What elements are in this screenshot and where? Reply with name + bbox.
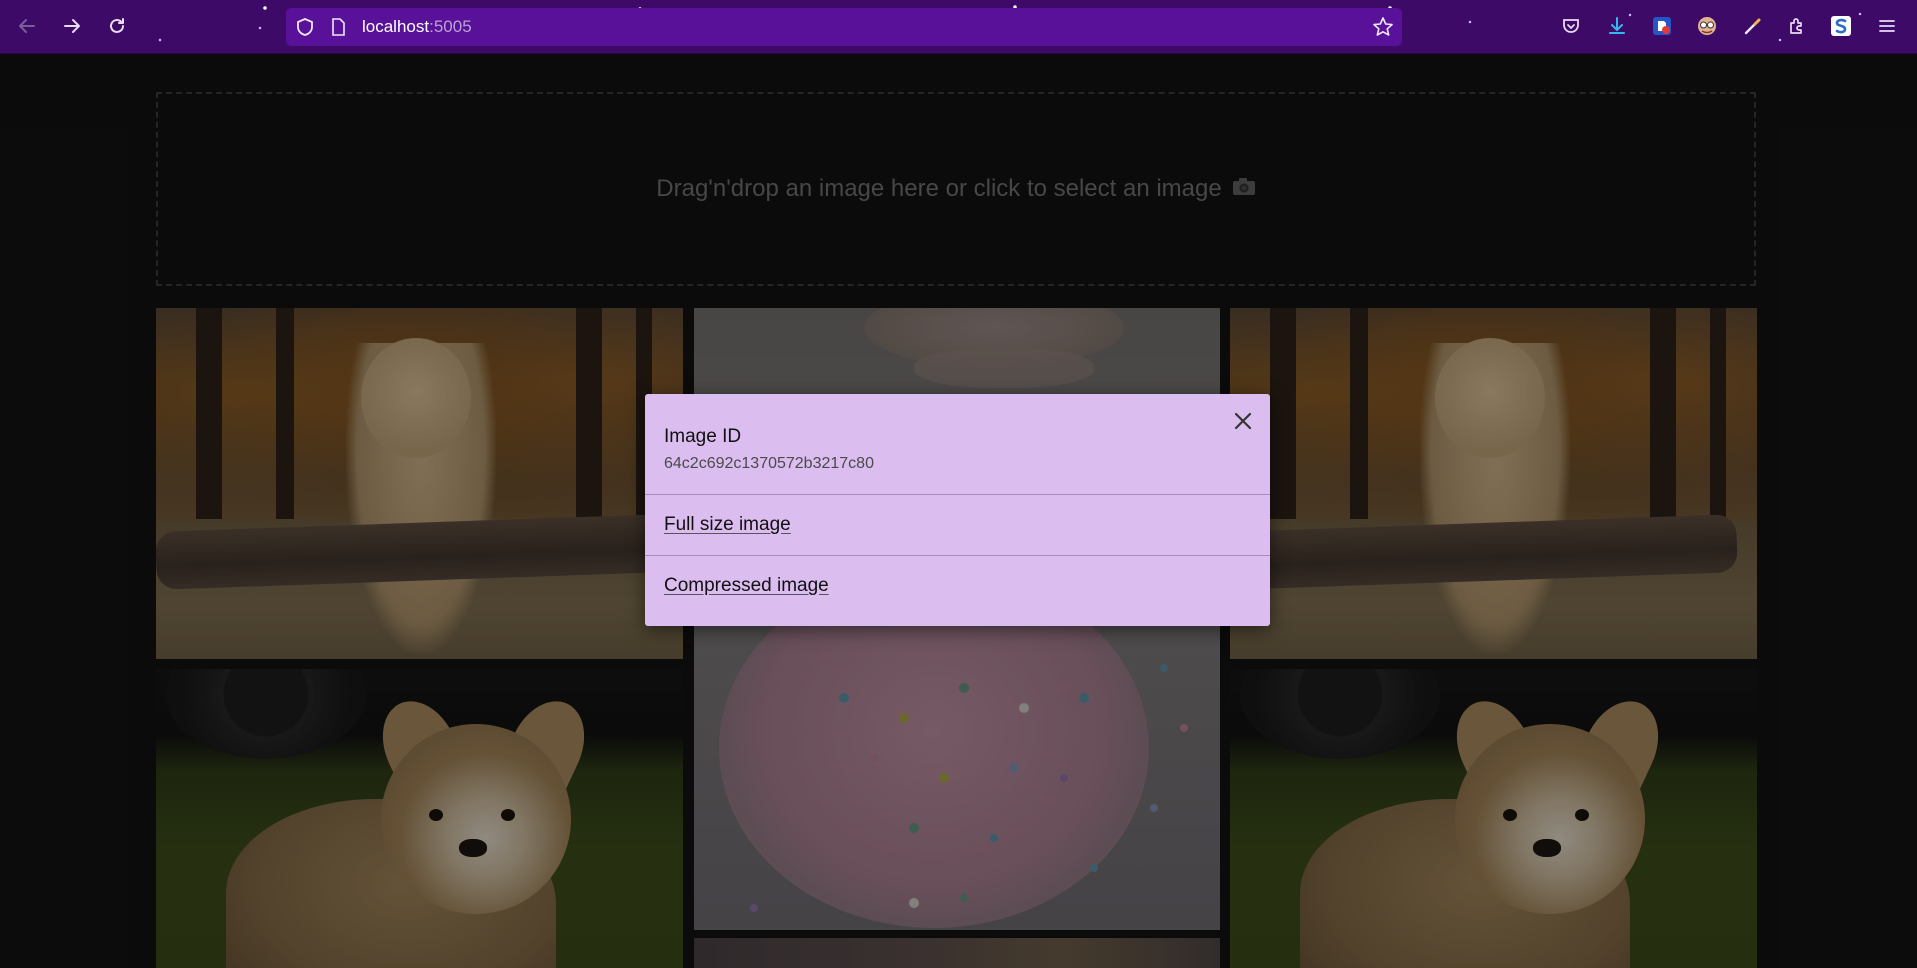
dropper-icon[interactable] [1740, 13, 1766, 39]
url-bar[interactable]: localhost:5005 [286, 8, 1402, 46]
image-details-modal: Image ID 64c2c692c1370572b3217c80 Full s… [645, 394, 1270, 626]
url-host: localhost [362, 17, 430, 36]
menu-icon[interactable] [1874, 13, 1900, 39]
download-icon[interactable] [1604, 13, 1630, 39]
s-extension-icon[interactable] [1828, 13, 1854, 39]
browser-toolbar: localhost:5005 [0, 0, 1917, 54]
shield-icon[interactable] [296, 17, 314, 42]
pocket-icon[interactable] [1558, 13, 1584, 39]
extension-icon[interactable] [1649, 13, 1675, 39]
puzzle-icon[interactable] [1784, 13, 1810, 39]
full-size-image-link[interactable]: Full size image [664, 514, 791, 536]
page-icon[interactable] [330, 18, 346, 41]
url-text[interactable]: localhost:5005 [362, 18, 472, 36]
url-port: :5005 [429, 17, 472, 36]
modal-divider [645, 494, 1270, 495]
modal-divider [645, 555, 1270, 556]
close-icon[interactable] [1228, 406, 1258, 436]
bookmark-star-icon[interactable] [1372, 16, 1394, 43]
image-id-value: 64c2c692c1370572b3217c80 [664, 455, 874, 472]
back-icon[interactable] [12, 11, 42, 41]
compressed-image-link[interactable]: Compressed image [664, 575, 829, 597]
image-id-label: Image ID [664, 426, 742, 447]
forward-icon[interactable] [57, 11, 87, 41]
reload-icon[interactable] [102, 11, 132, 41]
avatar-extension-icon[interactable] [1694, 13, 1720, 39]
